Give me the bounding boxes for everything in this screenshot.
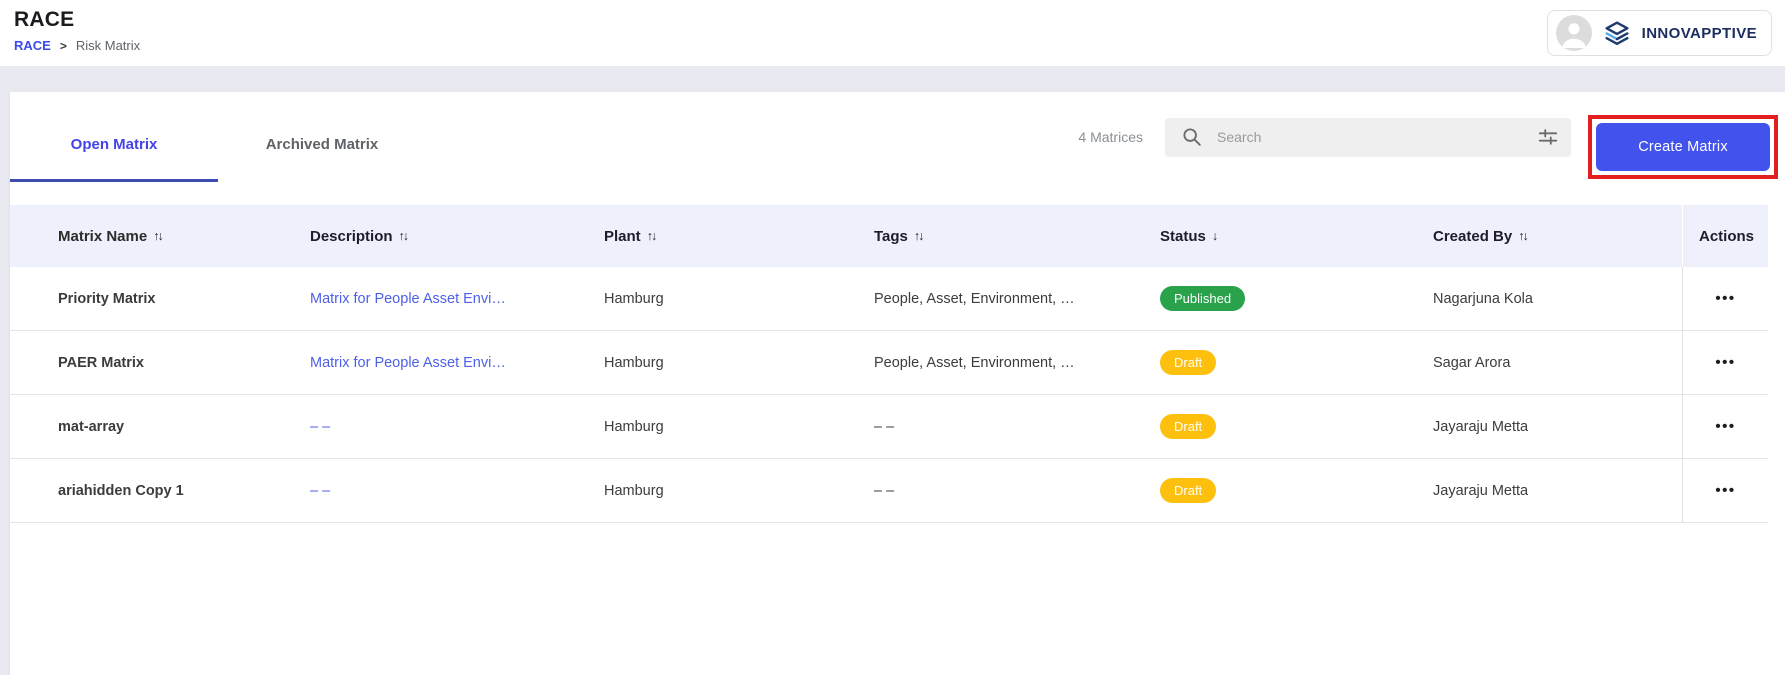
page-background-band	[0, 66, 1785, 92]
tab-open-matrix[interactable]: Open Matrix	[10, 92, 218, 182]
column-header-actions: Actions	[1682, 205, 1768, 267]
column-label: Matrix Name	[58, 228, 147, 245]
tags-cell: People, Asset, Environment, …	[874, 355, 1160, 371]
plant-cell: Hamburg	[604, 291, 874, 307]
plant-cell: Hamburg	[604, 419, 874, 435]
toolbar: 4 Matrices	[1078, 95, 1778, 179]
breadcrumb-current: Risk Matrix	[76, 38, 140, 53]
status-badge: Draft	[1160, 414, 1216, 439]
created-by-cell: Jayaraju Metta	[1433, 419, 1682, 435]
column-header-description[interactable]: Description ↑↓	[310, 228, 604, 245]
app-header: RACE RACE > Risk Matrix INNOVAPPTIVE	[0, 0, 1785, 66]
plant-cell: Hamburg	[604, 483, 874, 499]
plant-cell: Hamburg	[604, 355, 874, 371]
row-actions-menu-icon[interactable]: •••	[1715, 418, 1735, 435]
sort-icon[interactable]: ↑↓	[399, 229, 408, 243]
description-link[interactable]: Matrix for People Asset Envi…	[310, 355, 604, 371]
create-matrix-button[interactable]: Create Matrix	[1596, 123, 1770, 171]
breadcrumb-separator-icon: >	[60, 39, 67, 53]
column-label: Status	[1160, 228, 1206, 245]
table-row[interactable]: Priority Matrix Matrix for People Asset …	[10, 267, 1768, 331]
row-actions-menu-icon[interactable]: •••	[1715, 354, 1735, 371]
tab-open-matrix-label: Open Matrix	[71, 136, 158, 153]
tab-bar: Open Matrix Archived Matrix	[10, 92, 426, 182]
matrix-name-cell: ariahidden Copy 1	[10, 483, 310, 499]
matrix-name-cell: mat-array	[10, 419, 310, 435]
brand-name: INNOVAPPTIVE	[1642, 25, 1757, 42]
status-badge: Draft	[1160, 350, 1216, 375]
search-input[interactable]	[1217, 129, 1523, 145]
tabs-toolbar-row: Open Matrix Archived Matrix 4 Matrices	[10, 92, 1785, 182]
tags-cell: – –	[874, 419, 1160, 435]
status-badge: Draft	[1160, 478, 1216, 503]
table-row[interactable]: mat-array – – Hamburg – – Draft Jayaraju…	[10, 395, 1768, 459]
created-by-cell: Jayaraju Metta	[1433, 483, 1682, 499]
status-badge: Published	[1160, 286, 1245, 311]
column-label: Tags	[874, 228, 908, 245]
matrix-name-cell: Priority Matrix	[10, 291, 310, 307]
created-by-cell: Sagar Arora	[1433, 355, 1682, 371]
main-card: Open Matrix Archived Matrix 4 Matrices	[10, 92, 1785, 675]
sort-icon[interactable]: ↑↓	[914, 229, 923, 243]
tags-cell: – –	[874, 483, 1160, 499]
matrix-table: Matrix Name ↑↓ Description ↑↓ Plant ↑↓ T…	[10, 205, 1768, 523]
column-label: Description	[310, 228, 393, 245]
table-row[interactable]: ariahidden Copy 1 – – Hamburg – – Draft …	[10, 459, 1768, 523]
matrix-name-cell: PAER Matrix	[10, 355, 310, 371]
tab-archived-matrix[interactable]: Archived Matrix	[218, 92, 426, 182]
table-row[interactable]: PAER Matrix Matrix for People Asset Envi…	[10, 331, 1768, 395]
description-link[interactable]: – –	[310, 483, 604, 499]
search-box[interactable]	[1165, 118, 1571, 157]
column-label: Actions	[1699, 228, 1754, 245]
breadcrumb-link-race[interactable]: RACE	[14, 38, 51, 53]
breadcrumb: RACE > Risk Matrix	[14, 38, 140, 53]
user-avatar-icon[interactable]	[1556, 15, 1592, 51]
table-header-row: Matrix Name ↑↓ Description ↑↓ Plant ↑↓ T…	[10, 205, 1768, 267]
column-header-created-by[interactable]: Created By ↑↓	[1433, 228, 1682, 245]
column-header-plant[interactable]: Plant ↑↓	[604, 228, 874, 245]
sort-desc-icon[interactable]: ↓	[1212, 229, 1216, 243]
row-actions-menu-icon[interactable]: •••	[1715, 482, 1735, 499]
created-by-cell: Nagarjuna Kola	[1433, 291, 1682, 307]
column-header-matrix-name[interactable]: Matrix Name ↑↓	[10, 228, 310, 245]
filter-sliders-icon[interactable]	[1537, 126, 1559, 148]
matrices-count: 4 Matrices	[1078, 129, 1143, 145]
header-left: RACE RACE > Risk Matrix	[14, 8, 140, 53]
description-link[interactable]: Matrix for People Asset Envi…	[310, 291, 604, 307]
sort-icon[interactable]: ↑↓	[1518, 229, 1527, 243]
annotation-highlight-box: Create Matrix	[1588, 115, 1778, 179]
search-icon	[1181, 126, 1203, 148]
column-header-tags[interactable]: Tags ↑↓	[874, 228, 1160, 245]
column-header-status[interactable]: Status ↓	[1160, 228, 1433, 245]
column-label: Created By	[1433, 228, 1512, 245]
sort-icon[interactable]: ↑↓	[153, 229, 162, 243]
innovapptive-logo-icon	[1602, 18, 1632, 48]
tags-cell: People, Asset, Environment, …	[874, 291, 1160, 307]
tab-archived-matrix-label: Archived Matrix	[266, 136, 379, 153]
sort-icon[interactable]: ↑↓	[647, 229, 656, 243]
profile-brand-box[interactable]: INNOVAPPTIVE	[1547, 10, 1772, 56]
description-link[interactable]: – –	[310, 419, 604, 435]
column-label: Plant	[604, 228, 641, 245]
page-title: RACE	[14, 8, 140, 32]
row-actions-menu-icon[interactable]: •••	[1715, 290, 1735, 307]
